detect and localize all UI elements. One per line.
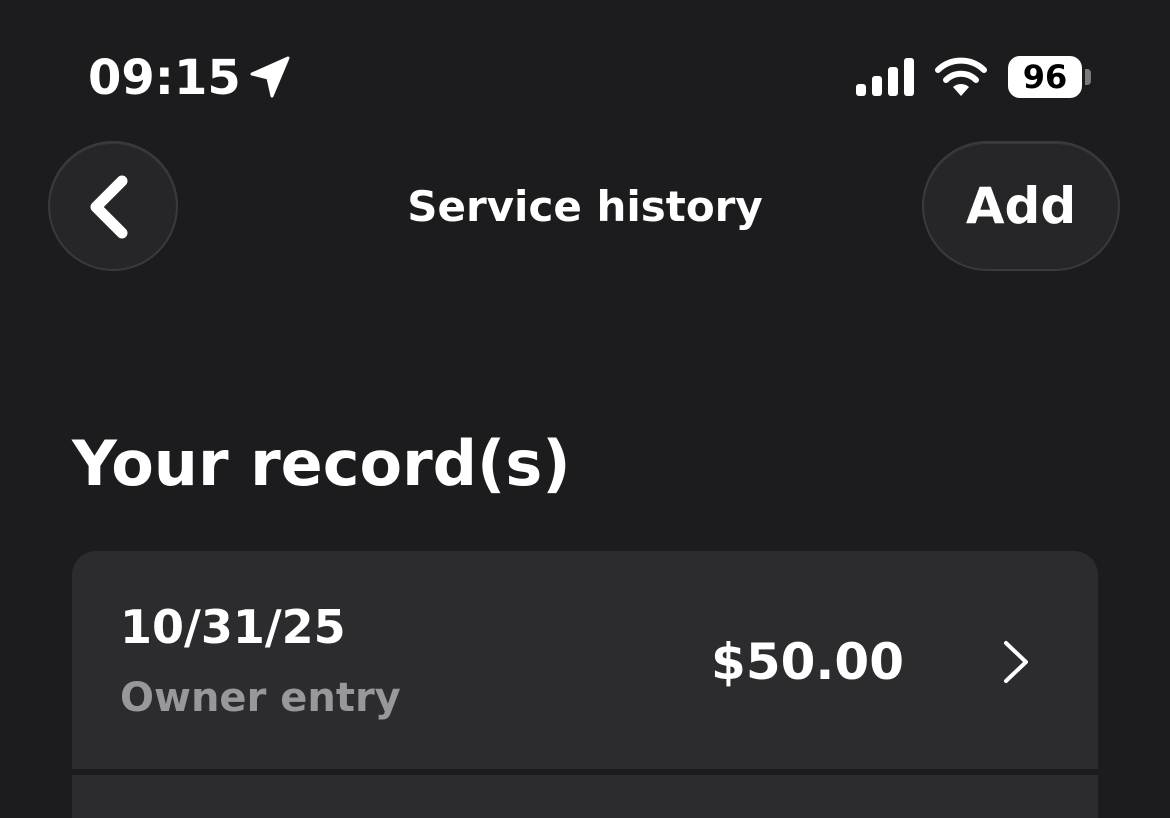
location-arrow-icon — [250, 56, 290, 98]
record-date: 10/31/25 — [120, 600, 346, 654]
service-history-screen: 09:15 96 Service history Add Your record… — [0, 0, 1170, 818]
add-button[interactable]: Add — [922, 141, 1120, 271]
record-row-partial[interactable] — [72, 775, 1098, 818]
battery-icon: 96 — [1008, 56, 1082, 98]
wifi-icon — [935, 57, 987, 96]
record-source: Owner entry — [120, 675, 401, 721]
record-amount: $50.00 — [711, 633, 904, 691]
cellular-signal-icon — [856, 58, 914, 96]
section-title: Your record(s) — [72, 427, 571, 500]
battery-cap — [1085, 69, 1091, 85]
record-row[interactable]: 10/31/25 Owner entry $50.00 — [72, 551, 1098, 769]
status-time: 09:15 — [88, 50, 241, 106]
chevron-right-icon — [1004, 641, 1028, 683]
